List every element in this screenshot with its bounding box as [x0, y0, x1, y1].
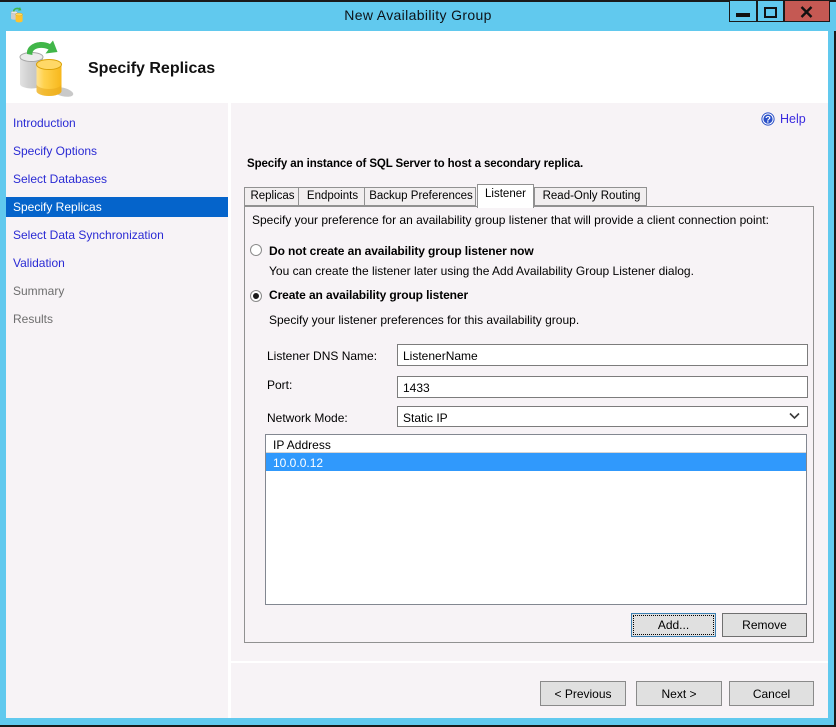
svg-text:?: ?: [765, 114, 771, 125]
